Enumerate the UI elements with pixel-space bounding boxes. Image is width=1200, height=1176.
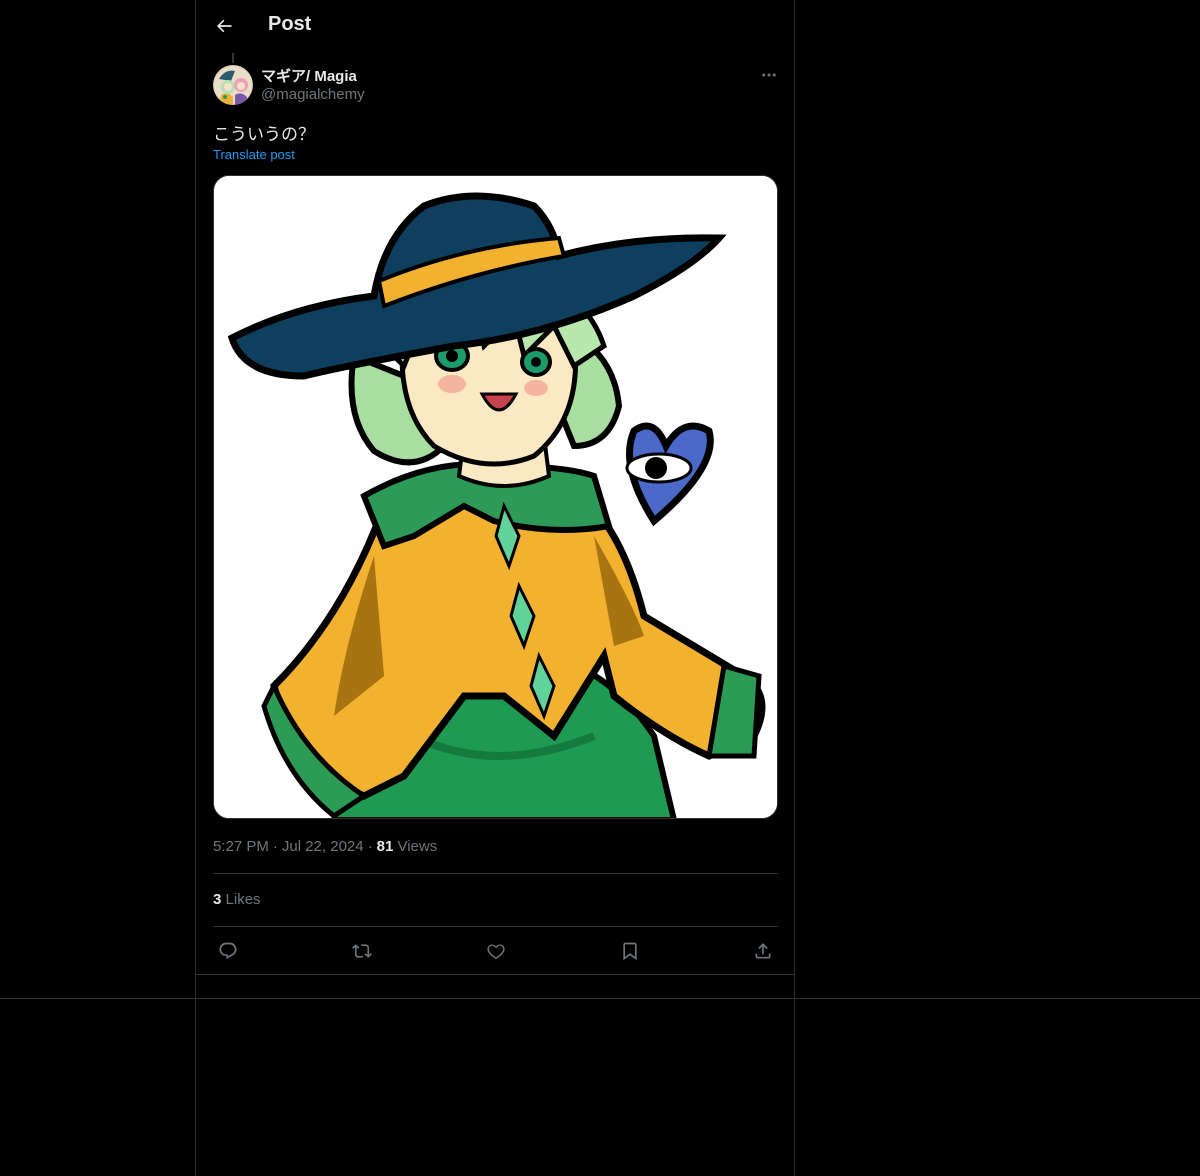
more-icon — [762, 73, 776, 77]
divider — [213, 873, 778, 874]
divider — [213, 926, 778, 927]
back-button[interactable] — [208, 10, 240, 42]
views-label: Views — [397, 838, 438, 855]
repost-icon — [352, 944, 372, 958]
section-divider — [0, 998, 1200, 999]
author-handle[interactable]: @magialchemy — [261, 86, 365, 103]
meta-separator: · — [272, 838, 278, 855]
post-bottom-border — [196, 974, 794, 975]
post-time[interactable]: 5:27 PM — [213, 838, 269, 855]
share-button[interactable] — [748, 936, 778, 966]
post-text: こういうの？ — [213, 125, 315, 144]
post-date[interactable]: Jul 22, 2024 — [282, 838, 364, 855]
more-options-button[interactable] — [754, 62, 784, 88]
page-title: Post — [268, 13, 312, 35]
thread-line — [232, 53, 234, 63]
action-bar — [213, 936, 778, 966]
page-header: Post — [196, 0, 794, 53]
like-button[interactable] — [481, 936, 511, 966]
likes-label: Likes — [225, 891, 261, 908]
repost-button[interactable] — [347, 936, 377, 966]
bookmark-icon — [623, 942, 637, 961]
translate-post-link[interactable]: Translate post — [213, 147, 295, 162]
post-image[interactable] — [213, 175, 778, 819]
reply-icon — [219, 942, 237, 959]
author-display-name[interactable]: マギア/ Magia — [261, 65, 357, 86]
heart-icon — [487, 944, 505, 960]
likes-link[interactable]: 3 Likes — [213, 891, 261, 908]
bookmark-button[interactable] — [615, 936, 645, 966]
views-count: 81 — [376, 838, 394, 855]
post-meta: 5:27 PM · Jul 22, 2024 · 81 Views — [213, 838, 437, 855]
avatar[interactable] — [213, 65, 253, 105]
likes-count: 3 — [213, 891, 222, 908]
meta-separator: · — [367, 838, 373, 855]
arrow-left-icon — [217, 19, 232, 33]
primary-column: Post マギア/ Magia @magialchemy こういうの？ Tran… — [195, 0, 795, 1176]
reply-button[interactable] — [213, 936, 243, 966]
share-icon — [755, 943, 771, 959]
